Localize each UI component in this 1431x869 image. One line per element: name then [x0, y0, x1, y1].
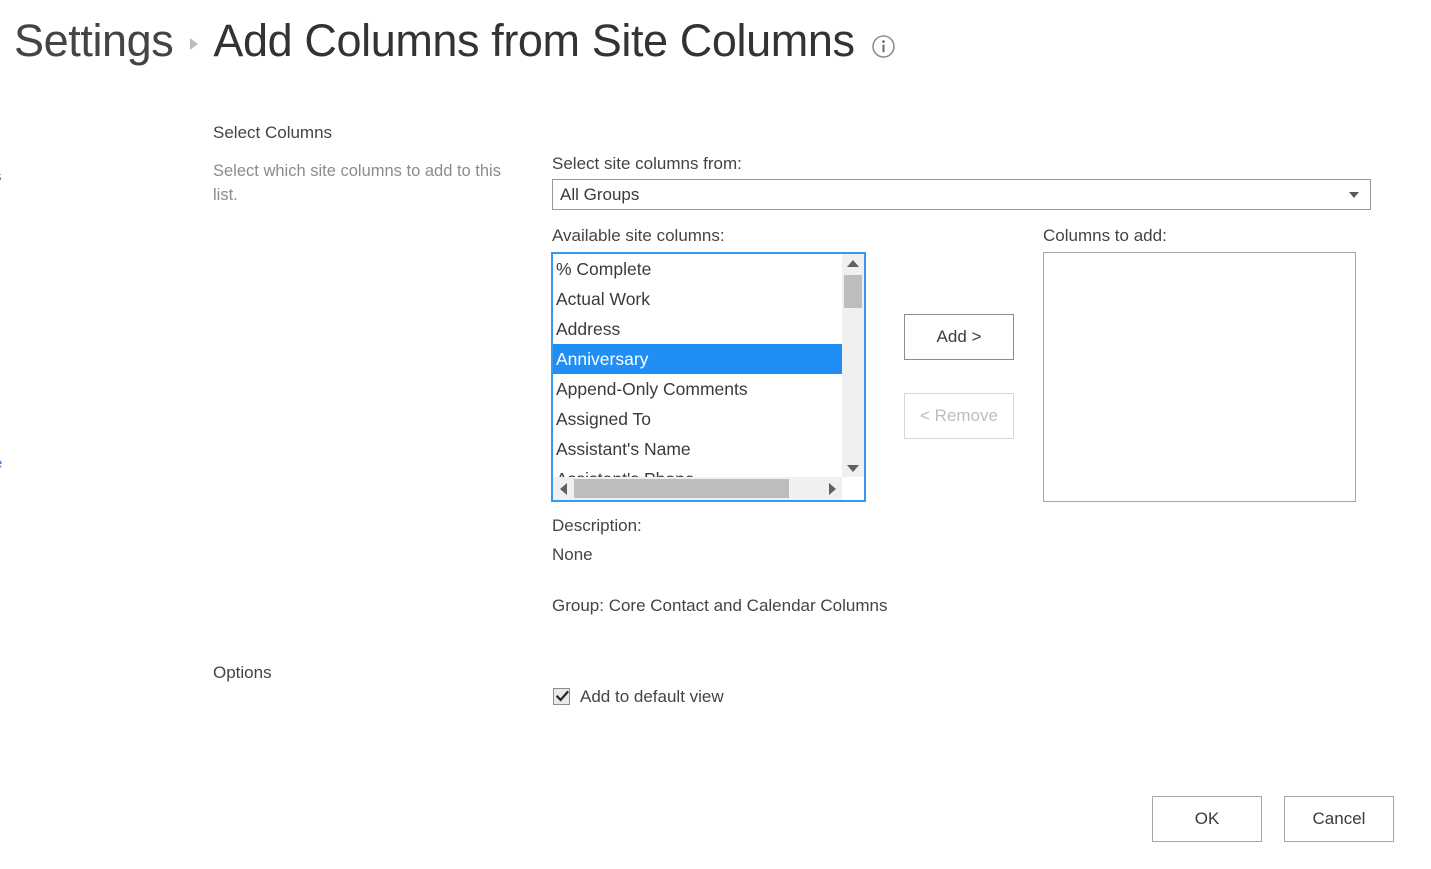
- description-label: Description:: [552, 516, 642, 535]
- select-columns-heading: Select Columns: [213, 123, 333, 142]
- site-columns-group-select[interactable]: All Groups: [552, 179, 1371, 210]
- options-heading: Options: [213, 663, 272, 682]
- list-item[interactable]: Assistant's Phone: [553, 464, 864, 477]
- listbox-horizontal-scrollbar[interactable]: [553, 477, 864, 500]
- add-to-default-view-checkbox[interactable]: [553, 688, 570, 705]
- list-item[interactable]: Address: [553, 314, 864, 344]
- triangle-right-icon[interactable]: [822, 477, 842, 500]
- list-item[interactable]: % Complete: [553, 254, 864, 284]
- horizontal-scrollbar-thumb[interactable]: [574, 479, 789, 498]
- available-site-columns-label: Available site columns:: [552, 226, 725, 245]
- breadcrumb-settings-link[interactable]: Settings: [14, 18, 174, 63]
- scrollbar-corner: [842, 477, 864, 500]
- listbox-vertical-scrollbar[interactable]: [842, 254, 864, 477]
- site-columns-group-selected-value: All Groups: [560, 185, 640, 204]
- list-item[interactable]: Assistant's Name: [553, 434, 864, 464]
- select-columns-description: Select which site columns to add to this…: [213, 162, 501, 204]
- chevron-down-icon: [1349, 191, 1359, 198]
- left-edge-text-remnant-top: s: [0, 168, 4, 185]
- list-item[interactable]: Actual Work: [553, 284, 864, 314]
- list-item[interactable]: Append-Only Comments: [553, 374, 864, 404]
- columns-to-add-listbox[interactable]: [1043, 252, 1356, 502]
- available-listbox-items: % Complete Actual Work Address Anniversa…: [553, 254, 864, 477]
- columns-to-add-label: Columns to add:: [1043, 226, 1167, 245]
- select-site-columns-from-label: Select site columns from:: [552, 154, 742, 173]
- triangle-left-icon[interactable]: [553, 477, 573, 500]
- add-to-default-view-label: Add to default view: [580, 687, 724, 706]
- info-circle-icon[interactable]: [871, 34, 896, 59]
- cancel-button[interactable]: Cancel: [1284, 796, 1394, 842]
- add-button[interactable]: Add >: [904, 314, 1014, 360]
- left-edge-text-remnant-bottom: e: [0, 455, 4, 472]
- triangle-down-icon[interactable]: [842, 459, 864, 477]
- chevron-right-icon: [190, 38, 199, 50]
- description-block: Description: None: [552, 512, 642, 569]
- available-site-columns-listbox[interactable]: % Complete Actual Work Address Anniversa…: [551, 252, 866, 502]
- breadcrumb: Settings Add Columns from Site Columns: [14, 8, 896, 72]
- add-to-default-view-row[interactable]: Add to default view: [553, 688, 724, 705]
- checkmark-icon: [556, 690, 569, 702]
- page-root: s e Settings Add Columns from Site Colum…: [0, 0, 1431, 869]
- page-title: Add Columns from Site Columns: [213, 14, 855, 66]
- list-item[interactable]: Assigned To: [553, 404, 864, 434]
- vertical-scrollbar-thumb[interactable]: [844, 275, 862, 308]
- remove-button: < Remove: [904, 393, 1014, 439]
- list-item-selected[interactable]: Anniversary: [553, 344, 864, 374]
- triangle-up-icon[interactable]: [842, 254, 864, 272]
- description-value: None: [552, 544, 593, 564]
- group-line: Group: Core Contact and Calendar Columns: [552, 596, 888, 615]
- ok-button[interactable]: OK: [1152, 796, 1262, 842]
